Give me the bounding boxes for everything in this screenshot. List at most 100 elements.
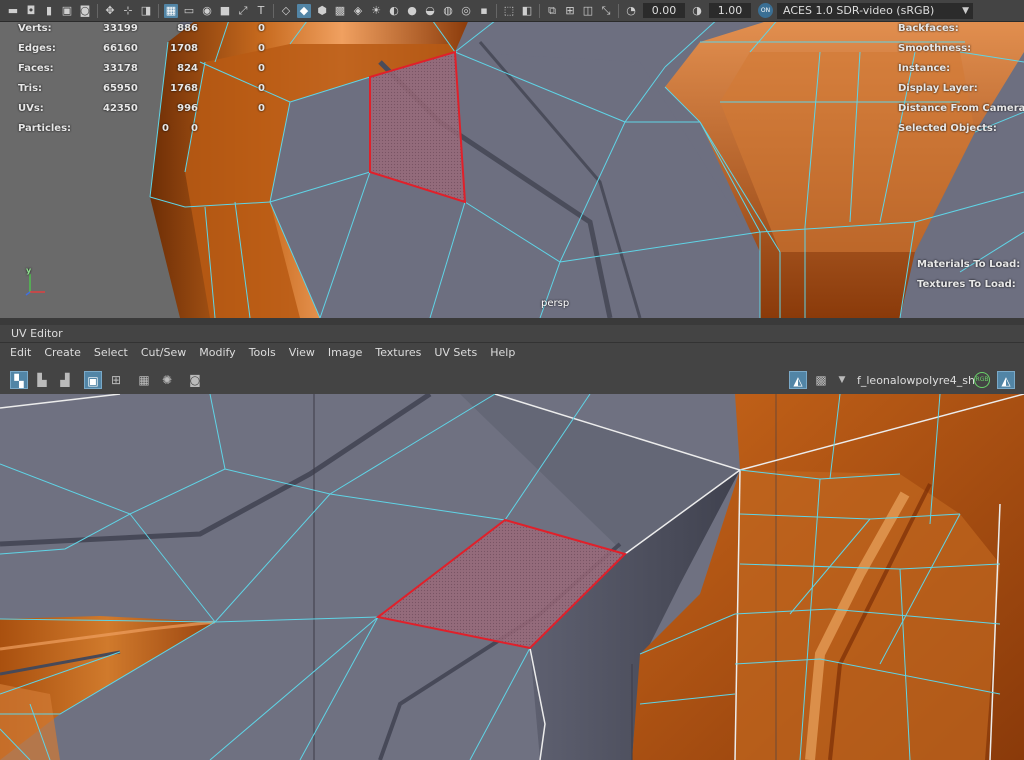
toolbar-separator <box>539 3 540 18</box>
frame-selected-icon[interactable]: ⧉ <box>545 4 559 18</box>
resolution-gate-icon[interactable]: ⤢ <box>236 4 250 18</box>
move-pivot-icon[interactable]: ✥ <box>103 4 117 18</box>
pan-zoom-icon[interactable]: ⤡ <box>599 4 613 18</box>
viewport-scene <box>0 22 1024 318</box>
rgb-channel-toggle[interactable]: RGB <box>974 372 990 388</box>
toolbar-separator <box>97 3 98 18</box>
hud-particles-total: 0 <box>162 123 169 134</box>
hud-verts-third: 0 <box>258 23 265 34</box>
hud-faces-total: 33178 <box>103 63 138 74</box>
bookmark-icon[interactable]: ▮ <box>42 4 56 18</box>
menu-select[interactable]: Select <box>94 346 128 359</box>
uv-editor-menubar: Edit Create Select Cut/Sew Modify Tools … <box>0 343 1024 362</box>
hud-edges-total: 66160 <box>103 43 138 54</box>
hud-verts-total: 33199 <box>103 23 138 34</box>
wireframe-icon[interactable]: ◇ <box>279 4 293 18</box>
menu-view[interactable]: View <box>289 346 315 359</box>
film-gate-icon[interactable]: ▭ <box>182 4 196 18</box>
uv-editor-title: UV Editor <box>11 327 63 340</box>
shape-icon[interactable]: ◨ <box>139 4 153 18</box>
exposure-icon[interactable]: ◔ <box>624 4 638 18</box>
ambient-occlusion-icon[interactable]: ◐ <box>387 4 401 18</box>
smooth-shade-icon[interactable]: ◆ <box>297 3 311 18</box>
image-plane-icon[interactable]: ▣ <box>60 4 74 18</box>
xray-icon[interactable]: ◎ <box>459 4 473 18</box>
menu-textures[interactable]: Textures <box>375 346 421 359</box>
chevron-down-icon[interactable]: ▼ <box>833 371 851 389</box>
hud-instance: Instance: <box>898 63 951 74</box>
hud-smoothness: Smoothness: <box>898 43 972 54</box>
toolbar-separator <box>158 3 159 18</box>
hud-tris-label: Tris: <box>18 83 43 94</box>
textured-icon[interactable]: ▩ <box>333 4 347 18</box>
anti-alias-icon[interactable]: ◒ <box>423 4 437 18</box>
uv-distortion-icon[interactable]: ⊞ <box>107 371 125 389</box>
hud-materials-to-load: Materials To Load: <box>917 259 1021 270</box>
camera-icon[interactable]: ▬ <box>6 4 20 18</box>
motion-blur-icon[interactable]: ● <box>405 4 419 18</box>
frame-all-icon[interactable]: ⊞ <box>563 4 577 18</box>
menu-tools[interactable]: Tools <box>249 346 276 359</box>
menu-uv-sets[interactable]: UV Sets <box>434 346 477 359</box>
isolate-icon[interactable]: ▪ <box>477 4 491 18</box>
grid-icon[interactable]: ▦ <box>164 3 178 18</box>
two-sided-lighting-icon[interactable]: ◧ <box>520 4 534 18</box>
shader-name[interactable]: f_leonalowpolyre4_sh <box>857 374 975 387</box>
menu-modify[interactable]: Modify <box>199 346 235 359</box>
uv-pixel-snap-icon[interactable]: ✺ <box>158 371 176 389</box>
field-chart-icon[interactable]: ■ <box>218 4 232 18</box>
uv-shell-icon[interactable]: ▙ <box>33 371 51 389</box>
perspective-viewport[interactable]: Verts: Edges: Faces: Tris: UVs: Particle… <box>0 22 1024 318</box>
color-space-dropdown[interactable]: ACES 1.0 SDR-video (sRGB) ▼ <box>777 2 973 19</box>
chevron-down-icon: ▼ <box>962 5 969 16</box>
hud-display-layer: Display Layer: <box>898 83 978 94</box>
checker-icon[interactable]: ▩ <box>812 371 830 389</box>
toolbar-separator <box>618 3 619 18</box>
hud-edges-label: Edges: <box>18 43 56 54</box>
uv-editor-canvas[interactable] <box>0 394 1024 760</box>
hud-uvs-label: UVs: <box>18 103 44 114</box>
select-camera-icon[interactable]: ⬚ <box>502 4 516 18</box>
gamma-icon[interactable]: ◑ <box>690 4 704 18</box>
uv-texture-scene <box>0 394 1024 760</box>
depth-of-field-icon[interactable]: ◍ <box>441 4 455 18</box>
snap-icon[interactable]: ⊹ <box>121 4 135 18</box>
color-management-toggle[interactable]: ON <box>758 3 773 18</box>
uv-selection-mode-icon[interactable]: ▚ <box>10 371 28 389</box>
menu-help[interactable]: Help <box>490 346 515 359</box>
uv-snapshot-camera-icon[interactable]: ◙ <box>186 371 204 389</box>
color-space-value: ACES 1.0 SDR-video (sRGB) <box>783 3 935 17</box>
panel-divider[interactable] <box>0 318 1024 325</box>
uv-grid-icon[interactable]: ▦ <box>135 371 153 389</box>
hud-particles-label: Particles: <box>18 123 72 134</box>
hud-edges-third: 0 <box>258 43 265 54</box>
uv-editor-titlebar: UV Editor <box>0 325 1024 343</box>
hud-tris-total: 65950 <box>103 83 138 94</box>
gamma-field[interactable]: 1.00 <box>709 3 751 18</box>
safe-frame-icon[interactable]: ◉ <box>200 4 214 18</box>
hud-textures-to-load: Textures To Load: <box>917 279 1016 290</box>
film-icon[interactable]: ◙ <box>78 4 92 18</box>
camera-attributes-icon[interactable]: ◘ <box>24 4 38 18</box>
safe-title-icon[interactable]: T <box>254 4 268 18</box>
image-display-icon[interactable]: ◭ <box>997 371 1015 389</box>
viewport-toolbar: ▬ ◘ ▮ ▣ ◙ ✥ ⊹ ◨ ▦ ▭ ◉ ■ ⤢ T ◇ ◆ ⬢ ▩ ◈ ☀ … <box>0 0 1024 22</box>
exposure-field[interactable]: 0.00 <box>643 3 685 18</box>
menu-edit[interactable]: Edit <box>10 346 31 359</box>
camera-name: persp <box>541 298 570 309</box>
hud-particles-selected: 0 <box>191 123 198 134</box>
uv-texture-border-icon[interactable]: ▣ <box>84 371 102 389</box>
menu-create[interactable]: Create <box>44 346 81 359</box>
display-image-icon[interactable]: ◭ <box>789 371 807 389</box>
wireframe-on-shaded-icon[interactable]: ⬢ <box>315 4 329 18</box>
menu-image[interactable]: Image <box>328 346 362 359</box>
uv-editor-toolbar: ▚ ▙ ▟ ▣ ⊞ ▦ ✺ ◙ ◭ ▩ ▼ f_leonalowpolyre4_… <box>0 367 1024 394</box>
hud-selected-objects: Selected Objects: <box>898 123 997 134</box>
shadows-icon[interactable]: ☀ <box>369 4 383 18</box>
backface-icon[interactable]: ◫ <box>581 4 595 18</box>
menu-cut-sew[interactable]: Cut/Sew <box>141 346 186 359</box>
hud-uvs-third: 0 <box>258 103 265 114</box>
lighting-icon[interactable]: ◈ <box>351 4 365 18</box>
uv-border-icon[interactable]: ▟ <box>56 371 74 389</box>
hud-faces-selected: 824 <box>177 63 198 74</box>
